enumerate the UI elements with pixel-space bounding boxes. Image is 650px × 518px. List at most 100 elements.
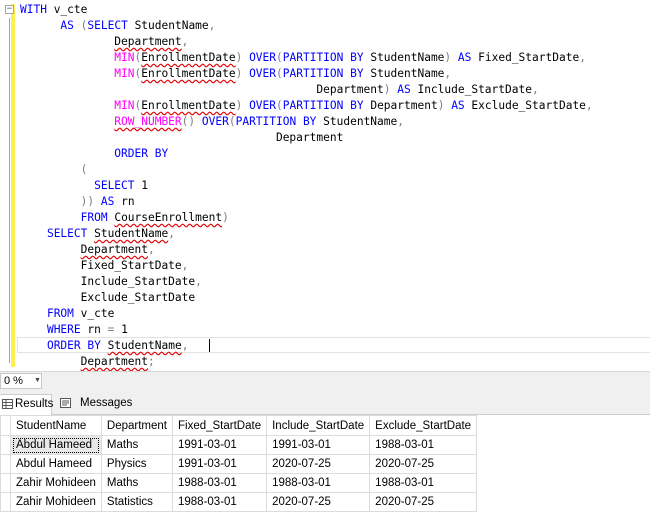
table-cell[interactable]: 2020-07-25 [369,492,478,512]
text-caret [209,339,210,352]
code-line[interactable]: Department) AS Include_StartDate, [20,82,593,98]
table-cell[interactable]: 1988-03-01 [171,492,268,512]
header-row: StudentName Department Fixed_StartDate I… [0,415,478,436]
table-cell[interactable]: Abdul Hameed [10,435,102,455]
code-token: , [531,83,539,96]
tab-messages[interactable]: Messages [56,394,134,415]
code-line[interactable]: ORDER BY [20,146,593,162]
code-line[interactable]: Fixed_StartDate, [20,258,593,274]
code-line[interactable]: MIN(EnrollmentDate) OVER(PARTITION BY De… [20,98,592,114]
table-cell[interactable]: 1988-03-01 [369,473,478,493]
code-line[interactable]: Exclude_StartDate [20,290,593,306]
code-token: Department [114,35,182,48]
results-grid[interactable]: StudentName Department Fixed_StartDate I… [0,415,650,518]
tab-results-label: Results [15,398,54,410]
table-cell[interactable]: 1991-03-01 [266,435,371,455]
code-line[interactable]: SELECT 1 [20,178,593,194]
code-token: AS [60,19,74,32]
row-header[interactable] [0,435,11,455]
code-token: v_cte [73,307,115,320]
table-cell[interactable]: 1991-03-01 [171,454,268,474]
query-editor[interactable]: − WITH v_cte AS (SELECT StudentName, Dep… [0,0,650,371]
code-line[interactable]: AS (SELECT StudentName, [20,18,593,34]
code-token: ROW_NUMBER [114,115,182,128]
table-cell[interactable]: 2020-07-25 [266,454,371,474]
table-row[interactable]: Zahir Mohideen Statistics 1988-03-01 202… [0,492,478,512]
code-token: FROM [80,211,108,224]
code-token: Include_StartDate [80,275,196,288]
row-header[interactable] [0,473,11,493]
code-line[interactable]: WITH v_cte [20,2,593,18]
code-line[interactable]: MIN(EnrollmentDate) OVER(PARTITION BY St… [20,66,593,82]
code-line[interactable]: MIN(EnrollmentDate) OVER(PARTITION BY St… [20,50,593,66]
code-token: Include_StartDate [410,83,532,96]
code-line[interactable]: Department, [20,242,593,258]
row-header[interactable] [0,454,11,474]
code-token: OVER [249,99,277,112]
corner-cell[interactable] [0,415,11,436]
table-cell[interactable]: Maths [100,435,174,455]
code-token: ( [276,67,283,80]
code-token: Fixed_StartDate [471,51,580,64]
results-tab-bar: Results Messages [0,390,650,415]
table-cell[interactable]: 1988-03-01 [369,435,478,455]
table-row[interactable]: Abdul Hameed Maths 1991-03-01 1991-03-01… [0,435,478,455]
table-cell[interactable]: 1988-03-01 [171,473,268,493]
collapse-toggle-icon[interactable]: − [5,5,14,14]
code-line[interactable]: ROW_NUMBER() OVER(PARTITION BY StudentNa… [20,114,593,130]
code-line[interactable]: Include_StartDate, [20,274,593,290]
table-cell[interactable]: 2020-07-25 [266,492,371,512]
code-token: ORDER BY [114,147,169,160]
code-line[interactable]: WHERE rn = 1 [20,322,593,338]
code-token: ; [147,355,155,368]
code-line[interactable]: ORDER BY StudentName, [20,338,593,354]
grid-icon [2,399,13,409]
code-line[interactable]: SELECT StudentName, [20,226,593,242]
table-cell[interactable]: 1988-03-01 [266,473,371,493]
code-line[interactable]: ( [20,162,593,178]
table-cell[interactable]: Maths [100,473,174,493]
code-line[interactable]: )) AS rn [20,194,593,210]
column-header[interactable]: Exclude_StartDate [369,415,478,436]
code-token: PARTITION BY [282,51,364,64]
column-header[interactable]: Include_StartDate [266,415,371,436]
row-header[interactable] [0,492,11,512]
table-row[interactable]: Abdul Hameed Physics 1991-03-01 2020-07-… [0,454,478,474]
code-line[interactable]: FROM CourseEnrollment) [20,210,593,226]
zoom-dropdown[interactable]: 0 % ▼ [0,373,42,389]
table-cell[interactable]: Zahir Mohideen [10,473,102,493]
code-text[interactable]: WITH v_cte AS (SELECT StudentName, Depar… [20,2,593,370]
table-cell[interactable]: Abdul Hameed [10,454,102,474]
change-tracking-bar [11,4,15,367]
code-token: AS [457,51,472,64]
column-header[interactable]: Fixed_StartDate [171,415,268,436]
chevron-down-icon: ▼ [34,377,41,384]
messages-icon [60,398,71,408]
table-row[interactable]: Zahir Mohideen Maths 1988-03-01 1988-03-… [0,473,478,493]
results-table: StudentName Department Fixed_StartDate I… [0,415,478,512]
table-cell[interactable]: 1991-03-01 [171,435,268,455]
code-line[interactable]: Department, [20,34,593,50]
table-cell[interactable]: Statistics [100,492,174,512]
code-token: OVER [201,115,229,128]
code-line[interactable]: Department; [20,354,593,370]
tab-results[interactable]: Results [0,394,54,415]
code-line[interactable]: Department [20,130,593,146]
table-cell[interactable]: 2020-07-25 [369,454,478,474]
table-cell[interactable]: Zahir Mohideen [10,492,102,512]
code-line[interactable]: FROM v_cte [20,306,593,322]
column-header[interactable]: StudentName [10,415,102,436]
column-header[interactable]: Department [100,415,174,436]
table-cell[interactable]: Physics [100,454,174,474]
